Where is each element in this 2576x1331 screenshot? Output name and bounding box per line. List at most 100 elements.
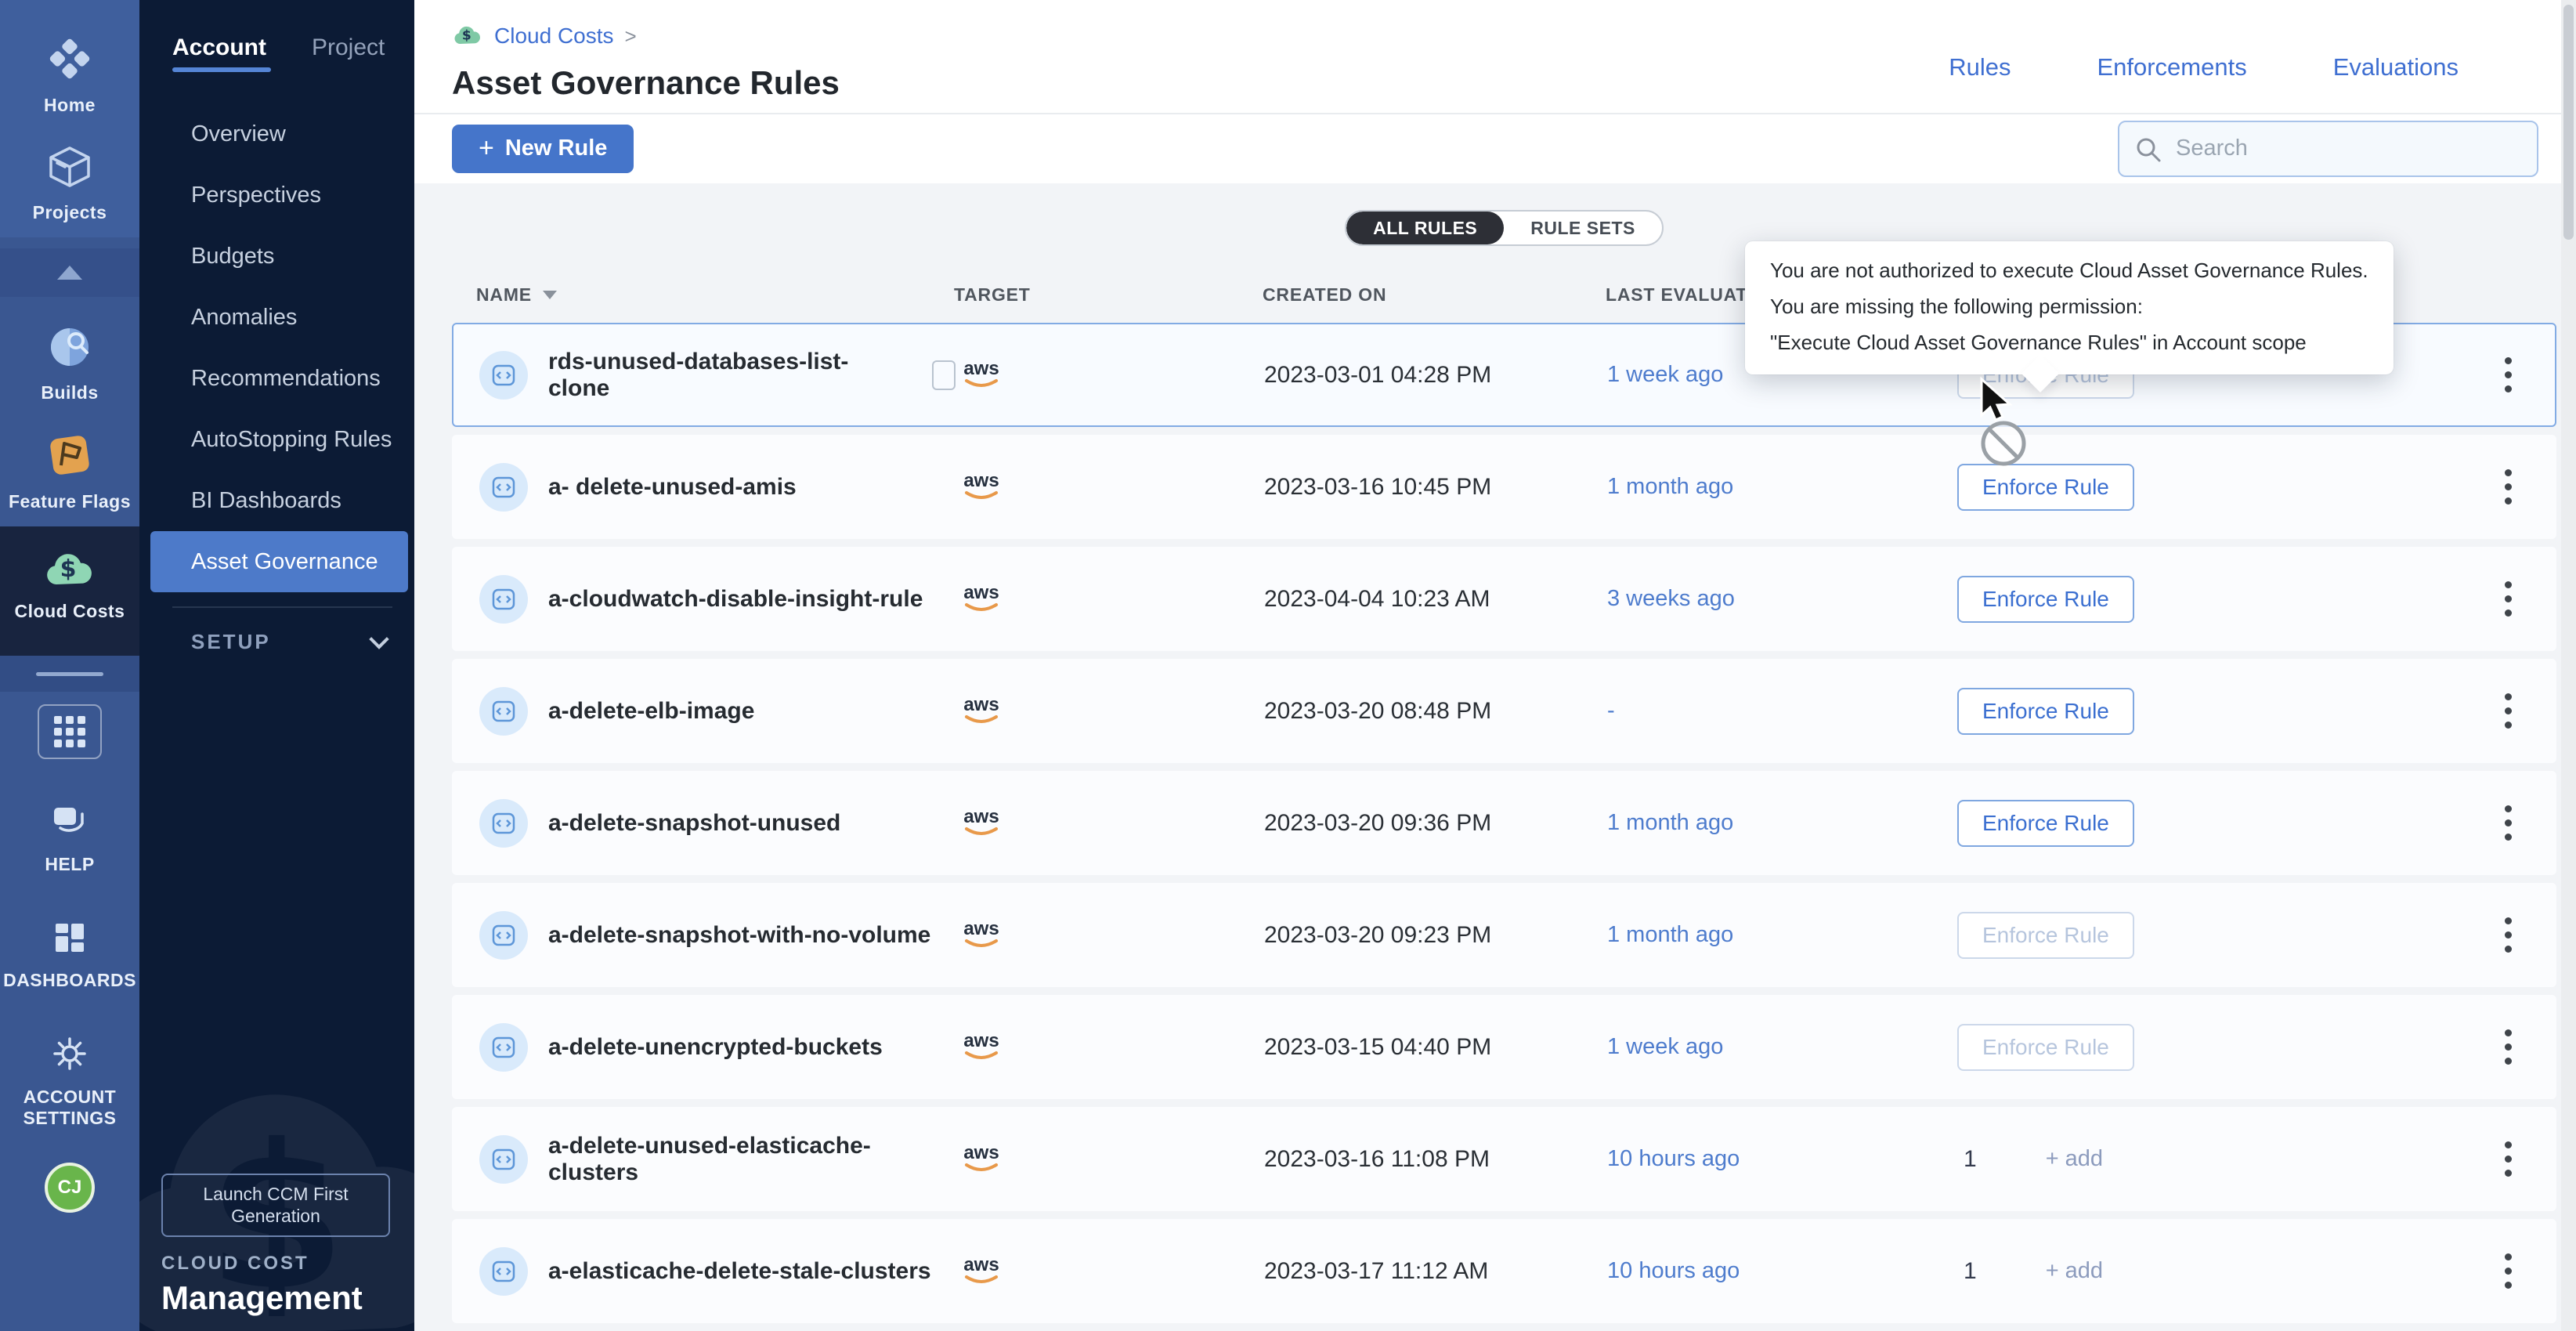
- kebab-menu-icon[interactable]: [2498, 575, 2518, 623]
- panel-item-recommendations[interactable]: Recommendations: [139, 348, 414, 409]
- cloud-costs-breadcrumb-icon: $: [452, 22, 483, 51]
- kebab-menu-icon[interactable]: [2498, 1135, 2518, 1183]
- panel-item-bi-dashboards[interactable]: BI Dashboards: [139, 470, 414, 531]
- product-name: Management: [161, 1279, 363, 1317]
- sidebar-item-feature-flags[interactable]: Feature Flags: [0, 417, 139, 526]
- table-row[interactable]: a-delete-unencrypted-buckets aws 2023-03…: [452, 995, 2556, 1099]
- table-row[interactable]: a-delete-elb-image aws 2023-03-20 08:48 …: [452, 659, 2556, 763]
- rules-view-toggle: ALL RULES RULE SETS: [1345, 210, 1664, 246]
- table-row[interactable]: a-delete-snapshot-unused aws 2023-03-20 …: [452, 771, 2556, 875]
- main-content: $ Cloud Costs > Asset Governance Rules R…: [414, 0, 2576, 1331]
- panel-item-asset-governance[interactable]: Asset Governance: [150, 531, 408, 592]
- rail-collapse-button[interactable]: [0, 248, 139, 297]
- kebab-menu-icon[interactable]: [2498, 351, 2518, 399]
- permission-tooltip: You are not authorized to execute Cloud …: [1745, 241, 2394, 374]
- last-evaluation-link[interactable]: -: [1607, 698, 1615, 723]
- table-row[interactable]: a-delete-snapshot-with-no-volume aws 202…: [452, 883, 2556, 987]
- tab-project[interactable]: Project: [312, 34, 385, 72]
- panel-item-perspectives[interactable]: Perspectives: [139, 165, 414, 226]
- search-input[interactable]: [2118, 121, 2538, 177]
- rule-icon: [479, 351, 528, 400]
- last-evaluation-link[interactable]: 1 week ago: [1607, 1034, 1723, 1059]
- last-evaluation-link[interactable]: 1 month ago: [1607, 922, 1733, 947]
- last-evaluation-link[interactable]: 1 month ago: [1607, 474, 1733, 499]
- plus-icon: +: [479, 133, 494, 164]
- enforce-rule-button[interactable]: Enforce Rule: [1957, 800, 2134, 847]
- table-row[interactable]: a-delete-unused-elasticache-clusters aws…: [452, 1107, 2556, 1211]
- toggle-rule-sets[interactable]: RULE SETS: [1504, 212, 1662, 244]
- module-rail: Home Projects Builds Feature Flags: [0, 0, 139, 1331]
- dashboards-icon: [49, 917, 90, 962]
- toggle-all-rules[interactable]: ALL RULES: [1346, 212, 1504, 244]
- kebab-menu-icon[interactable]: [2498, 1247, 2518, 1295]
- svg-text:aws: aws: [963, 694, 999, 715]
- kebab-menu-icon[interactable]: [2498, 463, 2518, 511]
- kebab-menu-icon[interactable]: [2498, 687, 2518, 735]
- table-row[interactable]: a-cloudwatch-disable-insight-rule aws 20…: [452, 547, 2556, 651]
- search-box: [2118, 121, 2538, 177]
- sidebar-item-dashboards[interactable]: DASHBOARDS: [0, 903, 139, 1004]
- nav-link-evaluations[interactable]: Evaluations: [2333, 53, 2459, 113]
- sidebar-item-home[interactable]: Home: [0, 20, 139, 129]
- aws-logo: aws: [956, 718, 1007, 731]
- enforce-rule-button[interactable]: Enforce Rule: [1957, 576, 2134, 623]
- last-evaluation-link[interactable]: 1 week ago: [1607, 362, 1723, 387]
- kebab-menu-icon[interactable]: [2498, 1023, 2518, 1071]
- sidebar-item-help[interactable]: ? HELP: [0, 787, 139, 888]
- module-selector-button[interactable]: [38, 704, 102, 759]
- col-header-name[interactable]: NAME: [476, 284, 532, 306]
- panel-item-budgets[interactable]: Budgets: [139, 226, 414, 287]
- enforce-rule-button[interactable]: Enforce Rule: [1957, 912, 2134, 959]
- add-enforcement-link[interactable]: + add: [2046, 1258, 2103, 1284]
- aws-logo: aws: [956, 1278, 1007, 1291]
- kebab-menu-icon[interactable]: [2498, 911, 2518, 959]
- scrollbar-thumb[interactable]: [2563, 5, 2574, 240]
- rule-icon: [479, 1247, 528, 1296]
- enforcement-count: 1: [1964, 1146, 1977, 1173]
- chevron-down-icon: [369, 629, 388, 649]
- launch-ccm-first-gen-button[interactable]: Launch CCM First Generation: [161, 1174, 390, 1238]
- search-icon: [2135, 136, 2162, 167]
- svg-text:aws: aws: [963, 1254, 999, 1275]
- nav-link-rules[interactable]: Rules: [1949, 53, 2011, 113]
- toolbar: + New Rule: [414, 114, 2576, 183]
- user-avatar[interactable]: CJ: [45, 1163, 95, 1213]
- svg-text:aws: aws: [963, 358, 999, 379]
- sidebar-item-projects[interactable]: Projects: [0, 129, 139, 237]
- chevron-up-icon: [57, 266, 82, 280]
- rule-icon: [479, 911, 528, 960]
- breadcrumb: $ Cloud Costs >: [452, 20, 840, 52]
- setup-section-toggle[interactable]: SETUP: [139, 608, 414, 654]
- sidebar-item-builds[interactable]: Builds: [0, 309, 139, 417]
- sidebar-item-cloud-costs[interactable]: $ Cloud Costs: [0, 526, 139, 656]
- last-evaluation-link[interactable]: 3 weeks ago: [1607, 586, 1735, 611]
- nav-link-enforcements[interactable]: Enforcements: [2097, 53, 2246, 113]
- table-row[interactable]: a- delete-unused-amis aws 2023-03-16 10:…: [452, 435, 2556, 539]
- rule-icon: [479, 687, 528, 736]
- panel-item-autostopping-rules[interactable]: AutoStopping Rules: [139, 409, 414, 470]
- panel-item-overview[interactable]: Overview: [139, 103, 414, 165]
- copy-icon[interactable]: [932, 360, 956, 390]
- scrollbar[interactable]: [2561, 0, 2576, 1331]
- panel-item-anomalies[interactable]: Anomalies: [139, 287, 414, 348]
- sidebar-item-account-settings[interactable]: ACCOUNTSETTINGS: [0, 1018, 139, 1142]
- tab-account[interactable]: Account: [172, 34, 266, 72]
- aws-logo: aws: [956, 1054, 1007, 1067]
- enforce-rule-button[interactable]: Enforce Rule: [1957, 688, 2134, 735]
- svg-text:aws: aws: [963, 806, 999, 827]
- svg-text:aws: aws: [963, 1030, 999, 1051]
- breadcrumb-link-cloud-costs[interactable]: Cloud Costs: [494, 24, 614, 49]
- cloud-costs-panel: Account Project Overview Perspectives Bu…: [139, 0, 414, 1331]
- last-evaluation-link[interactable]: 1 month ago: [1607, 810, 1733, 835]
- last-evaluation-link[interactable]: 10 hours ago: [1607, 1146, 1740, 1171]
- builds-icon: [46, 324, 93, 374]
- svg-text:aws: aws: [963, 470, 999, 491]
- table-row[interactable]: a-elasticache-delete-stale-clusters aws …: [452, 1219, 2556, 1323]
- new-rule-button[interactable]: + New Rule: [452, 125, 634, 173]
- rail-divider: [0, 656, 139, 692]
- last-evaluation-link[interactable]: 10 hours ago: [1607, 1258, 1740, 1283]
- aws-logo: aws: [956, 606, 1007, 619]
- enforce-rule-button[interactable]: Enforce Rule: [1957, 1024, 2134, 1071]
- kebab-menu-icon[interactable]: [2498, 799, 2518, 847]
- add-enforcement-link[interactable]: + add: [2046, 1146, 2103, 1172]
